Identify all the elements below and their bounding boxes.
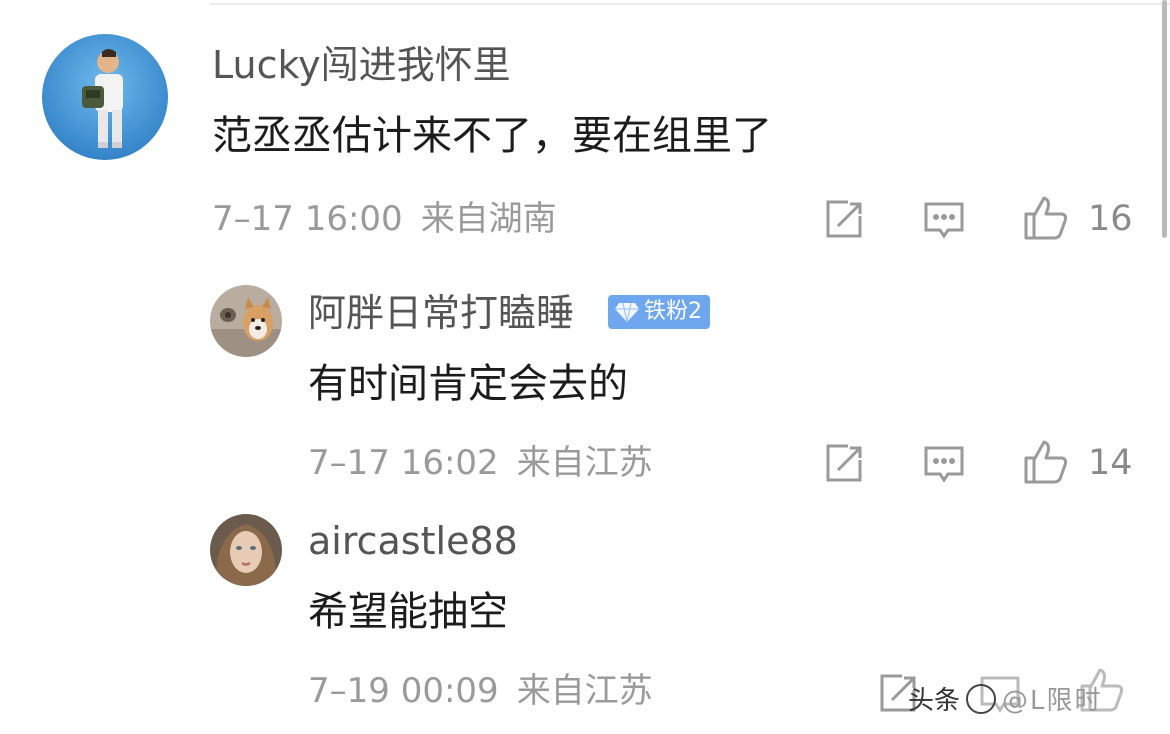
comment-text: 希望能抽空 bbox=[308, 589, 508, 635]
fan-badge-label: 铁粉2 bbox=[644, 299, 702, 324]
avatar[interactable] bbox=[210, 285, 282, 357]
comment-location: 来自江苏 bbox=[516, 443, 653, 483]
fan-level-badge: 铁粉2 bbox=[608, 295, 710, 329]
thumbs-up-icon[interactable] bbox=[1022, 438, 1070, 486]
comment-time: 7–17 16:00 bbox=[212, 199, 403, 239]
repost-icon[interactable] bbox=[822, 198, 866, 242]
comment-username[interactable]: Lucky闯进我怀里 bbox=[212, 46, 511, 84]
comment-time: 7–17 16:02 bbox=[308, 443, 499, 483]
comment-meta: 7–19 00:09 来自江苏 bbox=[308, 674, 653, 708]
avatar[interactable] bbox=[210, 514, 282, 586]
scrollbar[interactable] bbox=[1162, 0, 1167, 238]
comment-username[interactable]: 阿胖日常打瞌睡 bbox=[308, 294, 574, 332]
comment-meta: 7–17 16:02 来自江苏 bbox=[308, 446, 653, 480]
comment-text: 范丞丞估计来不了，要在组里了 bbox=[212, 113, 772, 159]
like-count: 16 bbox=[1088, 199, 1133, 239]
diamond-icon bbox=[615, 302, 639, 323]
reply-icon[interactable] bbox=[922, 198, 966, 242]
repost-icon[interactable] bbox=[822, 442, 866, 486]
at-icon bbox=[966, 683, 997, 714]
watermark: 头条 @L​限时 bbox=[908, 680, 1103, 717]
thumbs-up-icon[interactable] bbox=[1022, 194, 1070, 242]
like-count: 14 bbox=[1088, 443, 1133, 483]
reply-icon[interactable] bbox=[922, 442, 966, 486]
comment-location: 来自江苏 bbox=[516, 671, 653, 711]
comment-meta: 7–17 16:00 来自湖南 bbox=[212, 202, 557, 236]
comment-time: 7–19 00:09 bbox=[308, 671, 499, 711]
comment-username[interactable]: aircastle88 bbox=[308, 522, 518, 560]
comment-location: 来自湖南 bbox=[420, 199, 557, 239]
watermark-handle: @L​限时 bbox=[1002, 686, 1103, 716]
comment-text: 有时间肯定会去的 bbox=[308, 361, 628, 407]
watermark-label: 头条 bbox=[908, 686, 961, 716]
top-divider bbox=[210, 3, 1170, 5]
avatar[interactable] bbox=[42, 34, 168, 160]
